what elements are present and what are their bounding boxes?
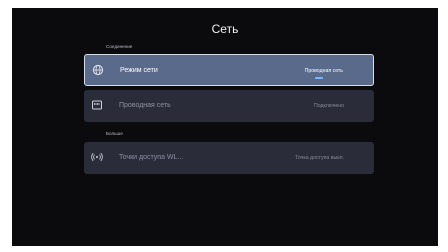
wireless-hotspot-label: Точки доступа WL... [119,154,184,161]
section-label-more: Больше [106,131,123,136]
globe-icon [92,64,104,76]
wired-network-status: Подключено [314,103,344,109]
wireless-icon-svg [91,152,103,162]
network-mode-row[interactable]: Режим сети Проводная сеть [84,54,374,86]
settings-screen: Сеть Соединение Режим сети Проводная сет… [12,8,438,246]
selection-indicator [315,77,323,79]
wireless-hotspot-status: Точка доступа выкл. [295,155,344,161]
network-mode-label: Режим сети [120,67,158,74]
network-mode-value: Проводная сеть [304,68,343,74]
ethernet-icon-svg [92,100,102,110]
wireless-icon [91,151,103,163]
wireless-hotspot-row[interactable]: Точки доступа WL... Точка доступа выкл. [84,142,374,174]
page-title: Сеть [211,22,239,36]
ethernet-icon [91,99,103,111]
section-label-connection: Соединение [106,44,133,49]
globe-icon-svg [92,64,104,76]
wired-network-row[interactable]: Проводная сеть Подключено [84,90,374,122]
wired-network-label: Проводная сеть [119,102,171,109]
